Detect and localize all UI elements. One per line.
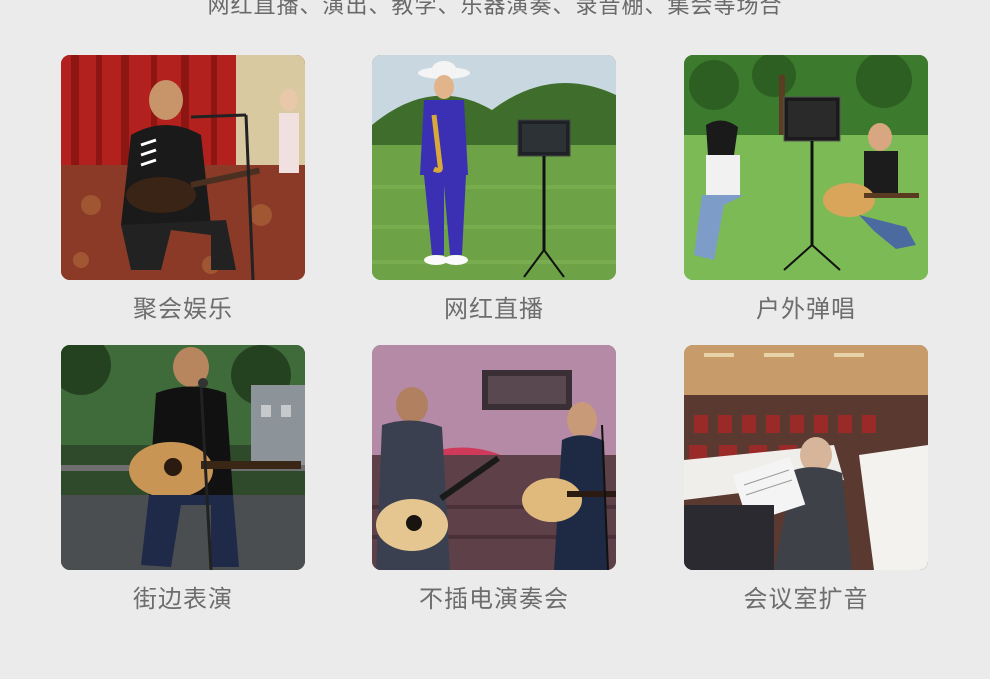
scenario-card-unplugged: 不插电演奏会 [372, 345, 616, 614]
scenario-label-unplugged: 不插电演奏会 [419, 585, 569, 613]
scenario-photo-party [61, 55, 305, 280]
scenario-card-party: 聚会娱乐 [61, 55, 305, 324]
scenario-label-party: 聚会娱乐 [133, 295, 233, 323]
scenario-photo-conference [684, 345, 928, 570]
scenario-label-livestream: 网红直播 [444, 295, 544, 323]
scenario-photo-livestream [372, 55, 616, 280]
scenario-photo-unplugged [372, 345, 616, 570]
scenario-card-street: 街边表演 [61, 345, 305, 614]
scenario-label-conference: 会议室扩音 [743, 585, 869, 613]
scenario-photo-street [61, 345, 305, 570]
scenario-grid: 聚会娱乐 网红直播 户外弹唱 街边表演 不插电演奏会 会议室扩音 [0, 0, 990, 679]
scenario-photo-outdoor [684, 55, 928, 280]
scenario-card-livestream: 网红直播 [372, 55, 616, 324]
scenario-label-street: 街边表演 [133, 585, 233, 613]
scenario-label-outdoor: 户外弹唱 [756, 295, 856, 323]
scenario-card-conference: 会议室扩音 [684, 345, 928, 614]
scenario-card-outdoor: 户外弹唱 [684, 55, 928, 324]
